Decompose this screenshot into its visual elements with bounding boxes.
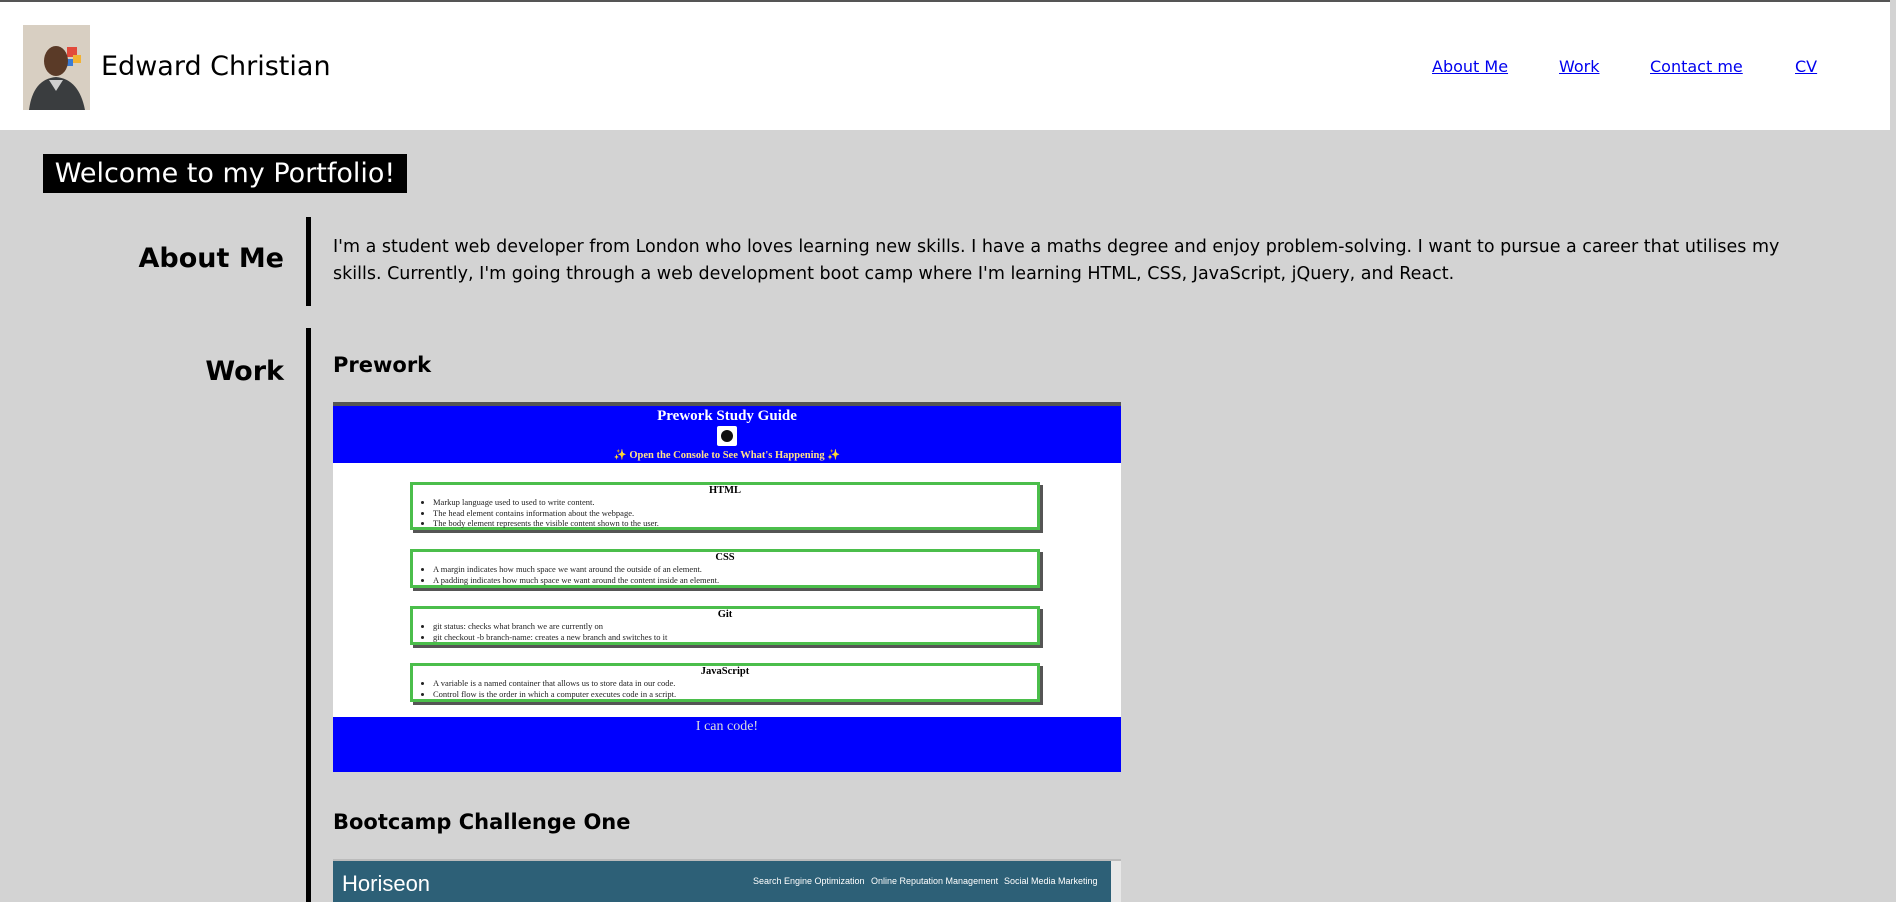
prework-screenshot[interactable]: Prework Study Guide ✨ Open the Console t… — [333, 402, 1121, 772]
prework-card-css: CSS A margin indicates how much space we… — [410, 549, 1040, 588]
card-item: A margin indicates how much space we wan… — [433, 564, 1037, 575]
nav-link-about-me[interactable]: About Me — [1432, 57, 1508, 76]
card-item: The body element represents the visible … — [433, 518, 1037, 529]
prework-card-javascript: JavaScript A variable is a named contain… — [410, 663, 1040, 702]
work-divider — [306, 328, 311, 902]
prework-shot-header: Prework Study Guide ✨ Open the Console t… — [333, 406, 1121, 463]
horiseon-screenshot[interactable]: Horiseon Search Engine Optimization Onli… — [333, 859, 1121, 902]
about-text: I'm a student web developer from London … — [333, 237, 1780, 284]
about-heading: About Me — [138, 243, 284, 274]
card-item: Markup language used to used to write co… — [433, 497, 1037, 508]
horiseon-nav-link: Search Engine Optimization — [753, 876, 865, 886]
horiseon-nav-link: Social Media Marketing — [1004, 876, 1098, 886]
nav-link-contact-me[interactable]: Contact me — [1650, 57, 1743, 76]
welcome-banner: Welcome to my Portfolio! — [43, 154, 407, 193]
cat-logo-icon — [717, 426, 737, 446]
prework-shot-heading: Prework Study Guide — [657, 408, 797, 424]
site-name[interactable]: Edward Christian — [101, 50, 331, 84]
scrollbar — [1111, 861, 1121, 902]
about-divider — [306, 217, 311, 306]
card-item: A padding indicates how much space we wa… — [433, 575, 1037, 586]
avatar-photo — [23, 25, 90, 110]
project-title-prework: Prework — [333, 353, 432, 377]
nav-link-cv[interactable]: CV — [1795, 57, 1817, 76]
prework-card-html: HTML Markup language used to used to wri… — [410, 482, 1040, 530]
card-title: JavaScript — [700, 666, 750, 677]
card-item: Control flow is the order in which a com… — [433, 689, 1037, 700]
site-header: Edward Christian About Me Work Contact m… — [0, 0, 1890, 130]
horiseon-brand: Horiseon — [342, 871, 431, 896]
card-title: CSS — [715, 552, 735, 563]
card-item: A variable is a named container that all… — [433, 678, 1037, 689]
prework-card-git: Git git status: checks what branch we ar… — [410, 606, 1040, 645]
project-title-bootcamp-challenge-one: Bootcamp Challenge One — [333, 810, 631, 834]
card-title: Git — [717, 609, 733, 620]
card-item: git checkout -b branch-name: creates a n… — [433, 632, 1037, 643]
work-heading: Work — [205, 356, 284, 387]
prework-shot-subtitle: ✨ Open the Console to See What's Happeni… — [613, 450, 841, 461]
avatar — [23, 25, 90, 110]
card-item: The head element contains information ab… — [433, 508, 1037, 519]
horiseon-nav-link: Online Reputation Management — [871, 876, 999, 886]
card-title: HTML — [708, 485, 742, 496]
card-item: git status: checks what branch we are cu… — [433, 621, 1037, 632]
prework-shot-footer: I can code! — [333, 717, 1121, 772]
nav-link-work[interactable]: Work — [1559, 57, 1600, 76]
